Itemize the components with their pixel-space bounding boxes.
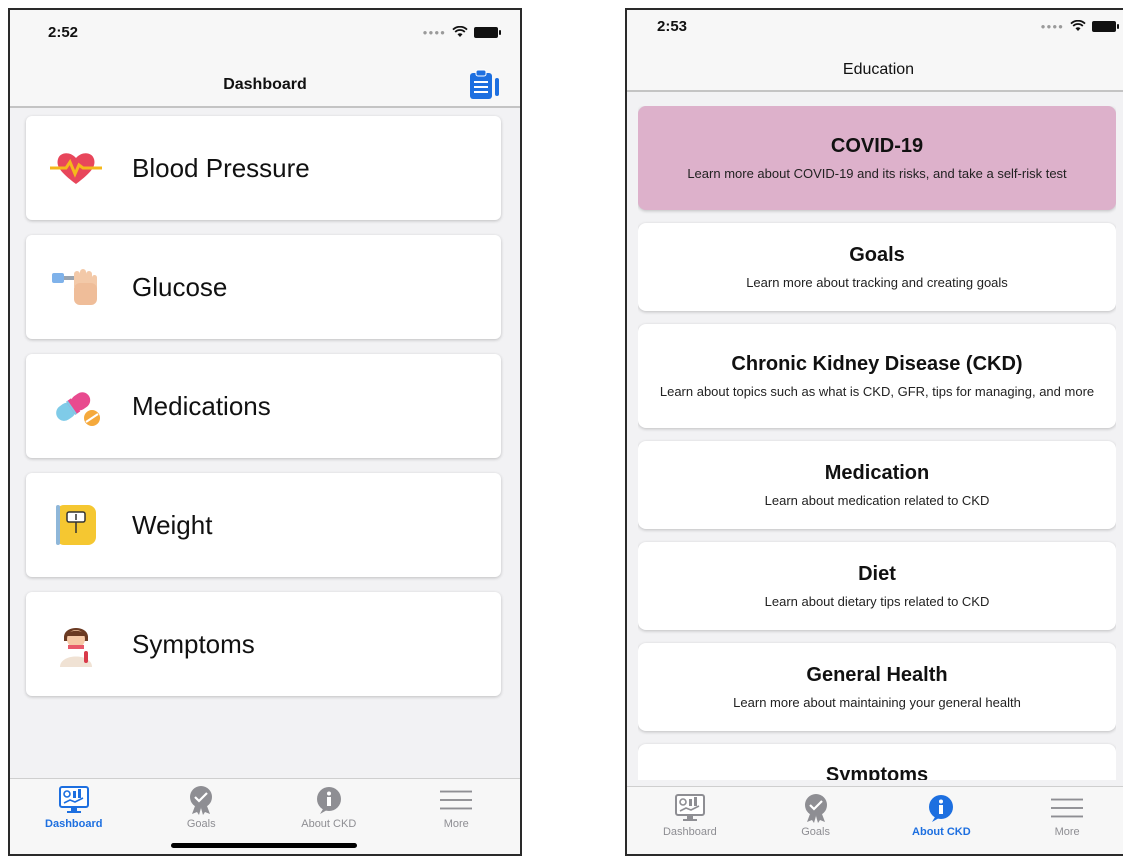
tab-dashboard[interactable]: Dashboard xyxy=(19,785,129,830)
tab-more[interactable]: More xyxy=(1012,793,1122,838)
card-description: Learn more about COVID-19 and its risks,… xyxy=(687,165,1067,181)
education-card-medication[interactable]: Medication Learn about medication relate… xyxy=(638,441,1116,529)
card-title: COVID-19 xyxy=(830,134,924,157)
glucose-meter-icon xyxy=(48,263,104,311)
status-icons: ●●●● xyxy=(422,26,501,38)
tab-more[interactable]: More xyxy=(401,785,511,830)
wifi-icon xyxy=(452,26,468,37)
signal-icon: ●●●● xyxy=(1040,21,1064,31)
card-title: Medication xyxy=(824,461,930,484)
heart-icon xyxy=(48,144,104,192)
tab-label: More xyxy=(443,818,469,830)
status-icons: ●●●● xyxy=(1040,20,1119,32)
tab-about-ckd[interactable]: About CKD xyxy=(886,793,996,838)
status-bar: 2:52 ●●●● xyxy=(10,10,520,62)
dashboard-item-symptoms[interactable]: Symptoms xyxy=(26,592,501,696)
dashboard-item-label: Weight xyxy=(132,509,213,540)
card-description: Learn about dietary tips related to CKD xyxy=(764,593,990,609)
home-indicator xyxy=(171,843,357,848)
nav-bar: Education xyxy=(627,48,1123,92)
card-title: Diet xyxy=(858,562,896,585)
sick-person-icon xyxy=(48,620,104,668)
page-title: Education xyxy=(842,61,915,78)
goals-badge-icon xyxy=(800,793,832,823)
wifi-icon xyxy=(1070,20,1086,31)
battery-icon xyxy=(474,26,501,38)
clipboard-icon[interactable] xyxy=(468,68,502,100)
status-time: 2:53 xyxy=(657,18,688,35)
tab-dashboard[interactable]: Dashboard xyxy=(635,793,745,838)
battery-icon xyxy=(1092,20,1119,32)
tab-label: More xyxy=(1054,826,1080,838)
education-card-covid-19[interactable]: COVID-19 Learn more about COVID-19 and i… xyxy=(638,106,1116,210)
nav-bar: Dashboard xyxy=(10,62,520,108)
card-description: Learn more about maintaining your genera… xyxy=(733,694,1021,710)
card-description: Learn about topics such as what is CKD, … xyxy=(659,383,1095,399)
education-card-symptoms[interactable]: Symptoms xyxy=(638,744,1116,780)
info-icon xyxy=(313,785,345,815)
dashboard-item-medications[interactable]: Medications xyxy=(26,354,501,458)
scale-icon xyxy=(48,501,104,549)
dashboard-item-blood-pressure[interactable]: Blood Pressure xyxy=(26,116,501,220)
card-title: Chronic Kidney Disease (CKD) xyxy=(731,352,1023,375)
signal-icon: ●●●● xyxy=(422,27,446,37)
tab-goals[interactable]: Goals xyxy=(761,793,871,838)
tab-goals[interactable]: Goals xyxy=(146,785,256,830)
education-card-general-health[interactable]: General Health Learn more about maintain… xyxy=(638,643,1116,731)
dashboard-list: Blood Pressure Glucose Medications Weigh… xyxy=(26,116,501,711)
education-list: COVID-19 Learn more about COVID-19 and i… xyxy=(638,106,1116,780)
dashboard-icon xyxy=(674,793,706,823)
dashboard-item-glucose[interactable]: Glucose xyxy=(26,235,501,339)
goals-badge-icon xyxy=(185,785,217,815)
dashboard-item-weight[interactable]: Weight xyxy=(26,473,501,577)
dashboard-icon xyxy=(58,785,90,815)
dashboard-screen: 2:52 ●●●● Dashboard Blood Pressure Gluco… xyxy=(8,8,522,856)
tab-label: Dashboard xyxy=(45,818,103,830)
tab-bar: Dashboard Goals About CKD More xyxy=(627,786,1123,854)
tab-label: About CKD xyxy=(301,818,357,830)
education-card-diet[interactable]: Diet Learn about dietary tips related to… xyxy=(638,542,1116,630)
tab-label: About CKD xyxy=(912,826,971,838)
dashboard-item-label: Medications xyxy=(132,390,271,421)
card-description: Learn about medication related to CKD xyxy=(764,492,990,508)
education-screen: 2:53 ●●●● Education COVID-19 Learn more … xyxy=(625,8,1123,856)
dashboard-item-label: Glucose xyxy=(132,271,228,302)
dashboard-item-label: Symptoms xyxy=(132,628,255,659)
tab-label: Goals xyxy=(186,818,216,830)
pills-icon xyxy=(48,382,104,430)
education-card-goals[interactable]: Goals Learn more about tracking and crea… xyxy=(638,223,1116,311)
tab-label: Goals xyxy=(801,826,830,838)
dashboard-item-label: Blood Pressure xyxy=(132,152,310,183)
education-card-ckd[interactable]: Chronic Kidney Disease (CKD) Learn about… xyxy=(638,324,1116,428)
menu-icon xyxy=(1051,793,1084,823)
card-title: General Health xyxy=(806,663,948,686)
page-title: Dashboard xyxy=(223,76,307,93)
card-title: Symptoms xyxy=(825,764,929,780)
tab-label: Dashboard xyxy=(662,826,717,838)
info-icon xyxy=(925,793,957,823)
card-title: Goals xyxy=(849,243,905,266)
card-description: Learn more about tracking and creating g… xyxy=(746,274,1008,290)
menu-icon xyxy=(440,785,473,815)
status-time: 2:52 xyxy=(48,24,79,41)
tab-about-ckd[interactable]: About CKD xyxy=(274,785,384,830)
tab-bar: Dashboard Goals About CKD More xyxy=(10,778,520,854)
